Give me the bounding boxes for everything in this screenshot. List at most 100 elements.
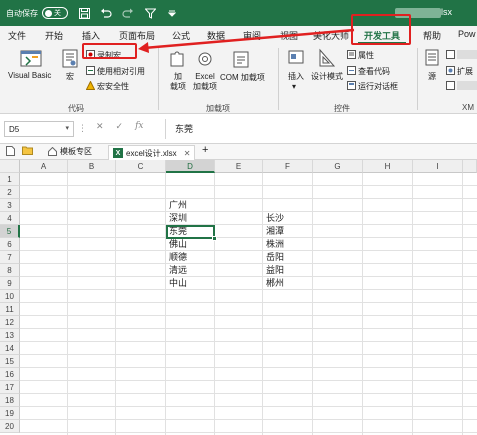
column-header[interactable]: F [263, 160, 313, 173]
column-header[interactable]: G [313, 160, 363, 173]
gridline [20, 315, 477, 316]
document-tabs: 模板专区 X excel设计.xlsx ✕ + [0, 144, 477, 160]
macro-security-button[interactable]: 宏安全性 [97, 81, 129, 92]
cell-d9[interactable]: 中山 [166, 277, 187, 290]
expansion-pack-button[interactable]: 扩展 [457, 66, 473, 77]
row-header[interactable]: 4 [0, 212, 20, 225]
visual-basic-button[interactable]: Visual Basic [8, 71, 51, 80]
run-dialog-button[interactable]: 运行对话框 [358, 81, 398, 92]
relative-reference-button[interactable]: 使用相对引用 [97, 66, 145, 77]
row-header[interactable]: 17 [0, 381, 20, 394]
gridline [20, 393, 477, 394]
add-tab-button[interactable]: + [202, 144, 208, 156]
group-code-label: 代码 [68, 104, 84, 113]
visual-basic-icon[interactable] [20, 48, 42, 68]
name-box[interactable]: D5 ▾ [4, 121, 74, 137]
fill-handle[interactable] [212, 236, 217, 241]
cell-f9[interactable]: 郴州 [263, 277, 284, 290]
cell-d6[interactable]: 佛山 [166, 238, 187, 251]
cell-f5[interactable]: 湘潭 [263, 225, 284, 238]
row-header[interactable]: 19 [0, 407, 20, 420]
row-header[interactable]: 13 [0, 329, 20, 342]
redo-icon[interactable] [122, 7, 134, 19]
cell-f6[interactable]: 株洲 [263, 238, 284, 251]
gridline [20, 302, 477, 303]
cancel-icon[interactable]: ✕ [96, 121, 104, 132]
chevron-down-icon[interactable]: ▾ [65, 124, 69, 132]
tab-excel-file[interactable]: X excel设计.xlsx ✕ [108, 145, 196, 160]
gridline [20, 211, 477, 212]
row-header[interactable]: 18 [0, 394, 20, 407]
cell-d8[interactable]: 清远 [166, 264, 187, 277]
window-title: lsx [441, 7, 452, 17]
customize-qat-icon[interactable] [166, 7, 178, 19]
tab-home[interactable]: 开始 [45, 29, 63, 42]
macro-icon[interactable] [62, 48, 78, 68]
com-addins-button[interactable]: COM 加载项 [220, 72, 265, 83]
source-button[interactable]: 源 [428, 71, 436, 82]
cell-f7[interactable]: 岳阳 [263, 251, 284, 264]
row-header[interactable]: 1 [0, 173, 20, 186]
column-header[interactable]: E [215, 160, 263, 173]
row-header[interactable]: 20 [0, 420, 20, 433]
row-header[interactable]: 12 [0, 316, 20, 329]
column-header[interactable]: H [363, 160, 413, 173]
tab-file[interactable]: 文件 [8, 29, 26, 42]
tab-file-label: excel设计.xlsx [126, 148, 177, 158]
cell-d4[interactable]: 深圳 [166, 212, 187, 225]
close-icon[interactable]: ✕ [184, 149, 191, 158]
column-header[interactable]: B [68, 160, 116, 173]
autosave-toggle[interactable]: 关 [42, 7, 68, 19]
view-code-button[interactable]: 查看代码 [358, 66, 390, 77]
folder-icon[interactable] [22, 146, 33, 155]
formula-input[interactable]: 东莞 [175, 122, 193, 135]
cell-d7[interactable]: 顺德 [166, 251, 187, 264]
source-icon[interactable] [424, 48, 440, 68]
undo-icon[interactable] [100, 7, 112, 19]
ribbon-separator [417, 48, 418, 110]
tab-power[interactable]: Pow [458, 29, 476, 39]
tab-template-zone[interactable]: 模板专区 [48, 146, 92, 157]
annotation-arrow [138, 28, 355, 53]
tab-insert[interactable]: 插入 [82, 29, 100, 42]
column-header-selected[interactable]: D [166, 160, 215, 173]
row-header[interactable]: 16 [0, 368, 20, 381]
row-header[interactable]: 11 [0, 303, 20, 316]
row-header[interactable]: 8 [0, 264, 20, 277]
column-header[interactable]: A [20, 160, 68, 173]
insert-dropdown-icon[interactable]: ▾ [292, 82, 296, 91]
tab-help[interactable]: 帮助 [423, 29, 441, 42]
design-mode-button[interactable]: 设计模式 [311, 71, 343, 82]
column-header[interactable]: I [413, 160, 463, 173]
row-header[interactable]: 3 [0, 199, 20, 212]
select-all-corner[interactable] [0, 160, 20, 173]
properties-button[interactable]: 属性 [358, 50, 374, 61]
row-header-selected[interactable]: 5 [0, 225, 20, 238]
view-code-icon [347, 66, 356, 75]
cell-d3[interactable]: 广州 [166, 199, 187, 212]
row-header[interactable]: 9 [0, 277, 20, 290]
new-document-icon[interactable] [6, 146, 15, 156]
row-header[interactable]: 7 [0, 251, 20, 264]
row-header[interactable]: 10 [0, 290, 20, 303]
row-header[interactable]: 15 [0, 355, 20, 368]
cell-f4[interactable]: 长沙 [263, 212, 284, 225]
row-header[interactable]: 2 [0, 186, 20, 199]
row-header[interactable]: 6 [0, 238, 20, 251]
enter-icon[interactable]: ✓ [116, 121, 124, 132]
relative-reference-icon [86, 66, 95, 75]
filter-icon[interactable] [144, 7, 156, 19]
column-header[interactable]: C [116, 160, 166, 173]
macro-button[interactable]: 宏 [66, 71, 74, 82]
addins-button[interactable]: 加 载项 [170, 72, 186, 92]
insert-control-button[interactable]: 插入 [288, 71, 304, 82]
cell-f8[interactable]: 益阳 [263, 264, 284, 277]
formula-buttons: ✕ ✓ fx [84, 121, 144, 132]
gridline [214, 173, 215, 435]
gridline [115, 173, 116, 435]
excel-addins-button[interactable]: Excel 加载项 [193, 72, 217, 92]
row-header[interactable]: 14 [0, 342, 20, 355]
save-icon[interactable] [78, 7, 90, 19]
insert-function-icon[interactable]: fx [135, 121, 143, 132]
column-header[interactable] [463, 160, 477, 173]
